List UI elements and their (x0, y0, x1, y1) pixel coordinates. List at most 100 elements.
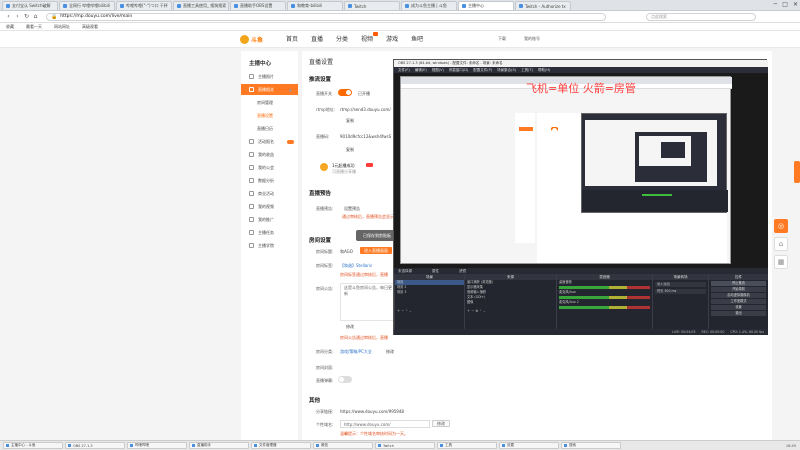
bookmark-item[interactable]: 网站网址 (54, 24, 70, 30)
nav-video[interactable]: 视频 (361, 32, 379, 43)
nav-category[interactable]: 分类 (336, 34, 348, 43)
service-float-icon[interactable]: ◎ (774, 219, 788, 233)
browser-tab-active[interactable]: 主播中心 (458, 1, 514, 10)
obs-menu-scene-collection[interactable]: 场景集合(S) (497, 68, 516, 73)
nav-game[interactable]: 游戏 (386, 34, 398, 43)
sidebar-item-business[interactable]: 商业活动 (241, 188, 298, 199)
obs-start-record-button[interactable]: 开始录制 (711, 287, 766, 292)
browser-tab[interactable]: 和教育-bilibili (287, 1, 343, 10)
taskbar-item[interactable]: 哔哩哔哩 (127, 442, 187, 449)
sidebar-item-analytics[interactable]: 数据分析 (241, 175, 298, 186)
sidebar-item-events[interactable]: 活动报名 (241, 136, 298, 147)
taskbar-item[interactable]: 文件管理器 (251, 442, 311, 449)
taskbar-item[interactable]: OBS 27.1.3 (65, 442, 125, 449)
copy-key-button[interactable]: 复制 (346, 147, 354, 153)
category-value[interactable]: 游戏/策略/PC大全 (340, 349, 372, 355)
browser-tab[interactable]: 成为斗鱼主播 | 斗鱼 (401, 1, 457, 10)
obs-menu-view[interactable]: 视图(V) (432, 68, 444, 73)
obs-source-actions[interactable]: ＋ － ⚙ ⌃ ⌄ (465, 309, 556, 314)
obs-menu-file[interactable]: 文件(F) (398, 68, 410, 73)
obs-audio-meter[interactable] (559, 286, 650, 289)
bookmark-item[interactable]: 高级观看 (82, 24, 98, 30)
maximize-icon[interactable]: □ (782, 1, 788, 8)
obs-menu-help[interactable]: 帮助(H) (538, 68, 550, 73)
sidebar-item-tasks[interactable]: 主播任务 (241, 227, 298, 238)
url-input[interactable]: 🔒 https://mp.douyu.com/live/main (46, 12, 606, 21)
bookmark-item[interactable]: 最看一天 (26, 24, 42, 30)
obs-preview-canvas[interactable]: 飞机=单位 火箭=房管 (394, 73, 768, 268)
push-toggle[interactable] (338, 89, 352, 96)
sidebar-item-guild[interactable]: 我的公会 (241, 162, 298, 173)
browser-tab[interactable]: 支付宝认 Switch破解 (2, 1, 58, 10)
taskbar-item[interactable]: Twitch (375, 442, 435, 449)
bookmark-item[interactable]: 收藏 (6, 24, 14, 30)
browser-tab[interactable]: 哔哩哔哩(°-°)つ口 干杯 (116, 1, 172, 10)
obs-audio-meter[interactable] (559, 296, 650, 299)
nav-home[interactable]: 首页 (286, 34, 298, 43)
download-link[interactable]: 下载 (498, 36, 506, 42)
minimize-icon[interactable]: ─ (774, 1, 778, 8)
obs-exit-button[interactable]: 退出 (711, 311, 766, 316)
obs-transition-select[interactable]: 淡入淡出 (655, 282, 706, 287)
obs-transition-duration[interactable]: 时长 300 ms (655, 289, 706, 294)
taskbar-item[interactable]: 搜索 (561, 442, 621, 449)
forward-icon[interactable]: › (13, 13, 22, 20)
taskbar-item[interactable]: 微信 (313, 442, 373, 449)
user-menu[interactable]: 我的账号 (524, 36, 540, 42)
browser-tab[interactable]: 直播助手OBS设置 (230, 1, 286, 10)
home-icon[interactable]: ⌂ (31, 13, 40, 20)
browser-tab[interactable]: 全网行 哔哩哔哩bilibili (59, 1, 115, 10)
barrage-toggle[interactable] (338, 376, 352, 383)
close-icon[interactable]: ✕ (793, 1, 798, 8)
nav-yuba[interactable]: 鱼吧 (411, 34, 423, 43)
sidebar-item-earnings[interactable]: 我的收益 (241, 149, 298, 160)
obs-scene-item[interactable]: 场景 3 (395, 290, 464, 295)
obs-audio-meter[interactable] (559, 306, 650, 309)
douyu-logo[interactable]: 斗鱼 (240, 34, 272, 45)
taskbar-item[interactable]: 主播中心 - 斗鱼 (3, 442, 63, 449)
sidebar-item-academy[interactable]: 主播学院 (241, 240, 298, 251)
obs-studio-mode-button[interactable]: 工作室模式 (711, 299, 766, 304)
obs-menu-docks[interactable]: 停靠窗口(D) (449, 68, 468, 73)
sidebar-item-photos[interactable]: 主播照片 (241, 71, 298, 82)
edit-category-button[interactable]: 修改 (386, 349, 394, 355)
browser-tab[interactable]: 直播工具使用_ 搜狗搜索 (173, 1, 229, 10)
enter-live-button[interactable]: 进入直播画面 (360, 247, 392, 254)
sidebar-item-room-manage[interactable]: 房间管理 (241, 97, 298, 108)
sidebar-item-live-settings[interactable]: 直播设置 (241, 110, 298, 121)
taskbar-item[interactable]: 工具 (437, 442, 497, 449)
top-float-icon[interactable]: ⌂ (774, 237, 788, 251)
obs-stop-stream-button[interactable]: 停止推流 (711, 281, 766, 286)
obs-menu-tools[interactable]: 工具(T) (521, 68, 533, 73)
feedback-tab[interactable] (794, 161, 800, 183)
obs-filters-button[interactable]: 滤镜 (459, 269, 466, 274)
sidebar-item-calendar[interactable]: 直播日历 (241, 123, 298, 134)
obs-settings-button[interactable]: 设置 (711, 305, 766, 310)
set-preview-button[interactable]: 设置预告 (344, 206, 360, 212)
obs-virtual-cam-button[interactable]: 启动虚拟摄像机 (711, 293, 766, 298)
obs-menu-profile[interactable]: 配置文件(P) (473, 68, 492, 73)
sidebar-item-live[interactable]: 直播相关 ▲ (241, 84, 298, 95)
refresh-icon[interactable]: ↻ (22, 13, 31, 20)
browser-search-input[interactable]: 点此搜索 (646, 12, 756, 21)
custom-domain-button[interactable]: 修改 (432, 420, 450, 427)
back-icon[interactable]: ‹ (4, 13, 13, 20)
copy-rtmp-button[interactable]: 复制 (346, 118, 354, 124)
custom-domain-input[interactable]: http://www.douyu.com/ (340, 420, 430, 428)
notice-textarea[interactable]: 这是斗鱼房间公告，每日更新 (340, 283, 398, 321)
sidebar-item-promotion[interactable]: 我的推广 (241, 214, 298, 225)
edit-notice-button[interactable]: 修改 (346, 324, 354, 330)
qr-float-icon[interactable]: ▦ (774, 255, 788, 269)
sidebar-item-videos[interactable]: 我的视频 (241, 201, 298, 212)
obs-scene-actions[interactable]: ＋ － ⌃ ⌄ (395, 309, 464, 314)
nav-live[interactable]: 直播 (311, 34, 323, 43)
taskbar-item[interactable]: 设置 (499, 442, 559, 449)
room-tag-value[interactable]: 【和谐】Stellaris (340, 263, 372, 269)
obs-menu-edit[interactable]: 编辑(E) (415, 68, 427, 73)
browser-tab[interactable]: Twitch (344, 1, 400, 10)
obs-properties-button[interactable]: 属性 (432, 269, 439, 274)
browser-tab[interactable]: Twitch - Authorize tx (515, 1, 571, 10)
obs-source-item[interactable]: 图像 (465, 300, 556, 305)
share-value[interactable]: https://www.douyu.com/995948 (340, 409, 404, 414)
taskbar-item[interactable]: 直播助手 (189, 442, 249, 449)
